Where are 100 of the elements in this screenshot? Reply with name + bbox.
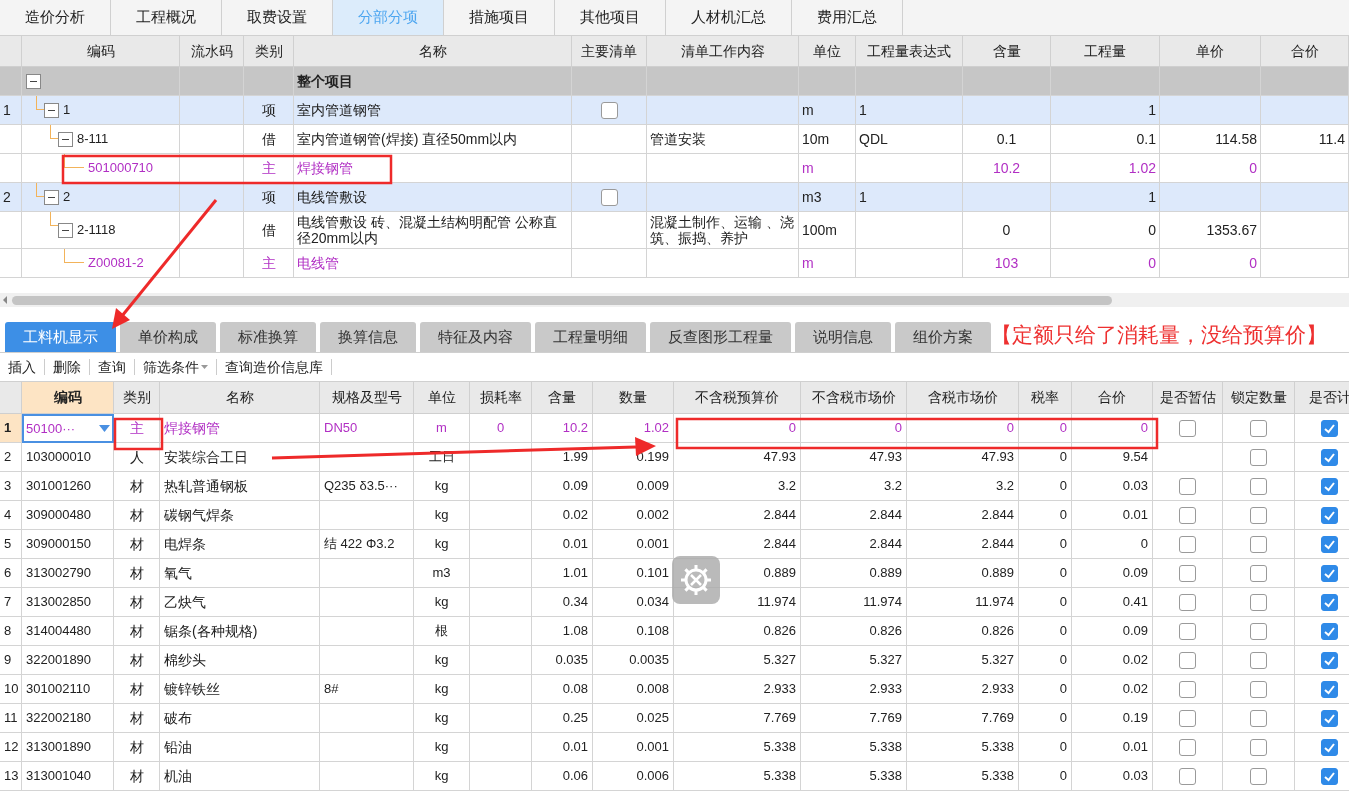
scrollbar[interactable] <box>0 293 1349 307</box>
toolbar-button[interactable]: 删除 <box>45 356 89 378</box>
tab[interactable]: 特征及内容 <box>420 322 531 352</box>
column-header: 工程量 <box>1051 36 1160 66</box>
column-header: 编码 <box>22 382 114 413</box>
checkbox[interactable] <box>1321 622 1338 640</box>
checkbox[interactable] <box>1250 651 1267 669</box>
column-header: 名称 <box>294 36 572 66</box>
table-cell: 0.006 <box>593 762 674 791</box>
dropdown-icon[interactable] <box>99 425 110 432</box>
checkbox[interactable] <box>1179 738 1196 756</box>
checkbox[interactable] <box>1321 448 1338 466</box>
tab[interactable]: 说明信息 <box>795 322 891 352</box>
annotation-text: 【定额只给了消耗量，没给预算价】 <box>991 322 1327 349</box>
checkbox[interactable] <box>1321 738 1338 756</box>
table-cell: 主 <box>244 154 294 183</box>
checkbox[interactable] <box>1250 767 1267 785</box>
column-header: 含税市场价 <box>907 382 1019 413</box>
code-text: Z00081-2 <box>88 254 144 273</box>
table-cell: kg <box>414 762 470 791</box>
code-text: 8-111 <box>77 130 109 149</box>
code-text: 501000710 <box>88 159 154 178</box>
checkbox[interactable] <box>1179 767 1196 785</box>
column-header: 主要清单 <box>572 36 647 66</box>
tab[interactable]: 标准换算 <box>220 322 316 352</box>
checkbox[interactable] <box>1321 477 1338 495</box>
checkbox[interactable] <box>1179 535 1196 553</box>
column-header: 税率 <box>1019 382 1072 413</box>
checkbox[interactable] <box>1321 767 1338 785</box>
checkbox[interactable] <box>1321 506 1338 524</box>
checkbox[interactable] <box>1321 680 1338 698</box>
tree-line <box>64 154 84 168</box>
settings-icon[interactable] <box>672 556 720 604</box>
checkbox[interactable] <box>1250 622 1267 640</box>
checkbox[interactable] <box>1250 419 1267 437</box>
checkbox[interactable] <box>1321 651 1338 669</box>
checkbox[interactable] <box>1179 419 1196 437</box>
checkbox[interactable] <box>1321 419 1338 437</box>
checkbox[interactable] <box>1250 680 1267 698</box>
toolbar-button[interactable]: 筛选条件 <box>135 356 216 378</box>
column-header: 类别 <box>114 382 160 413</box>
checkbox[interactable] <box>1250 564 1267 582</box>
column-header: 含量 <box>963 36 1051 66</box>
checkbox[interactable] <box>1321 709 1338 727</box>
code-text: 2 <box>63 188 71 207</box>
checkbox[interactable] <box>1179 622 1196 640</box>
collapse-icon[interactable] <box>26 73 41 89</box>
column-header: 流水码 <box>180 36 244 66</box>
column-header: 合价 <box>1072 382 1153 413</box>
checkbox[interactable] <box>600 101 618 119</box>
collapse-icon[interactable] <box>58 131 73 147</box>
tab[interactable]: 组价方案 <box>895 322 991 352</box>
checkbox[interactable] <box>1250 506 1267 524</box>
checkbox[interactable] <box>1250 448 1267 466</box>
checkbox[interactable] <box>1250 535 1267 553</box>
table-cell: 电线管 <box>294 249 572 278</box>
table-cell: 0 <box>1160 249 1261 278</box>
checkbox[interactable] <box>1321 535 1338 553</box>
checkbox[interactable] <box>1179 477 1196 495</box>
toolbar-button[interactable]: 插入 <box>0 356 44 378</box>
column-header: 是否暂估 <box>1153 382 1223 413</box>
code-text: 50100··· <box>26 419 76 438</box>
toolbar-button[interactable]: 查询 <box>90 356 134 378</box>
checkbox[interactable] <box>1179 506 1196 524</box>
checkbox[interactable] <box>1321 564 1338 582</box>
checkbox[interactable] <box>1250 709 1267 727</box>
table-cell: 机油 <box>160 762 320 791</box>
tab[interactable]: 反查图形工程量 <box>650 322 791 352</box>
checkbox[interactable] <box>1179 564 1196 582</box>
column-header: 编码 <box>22 36 180 66</box>
checkbox[interactable] <box>1179 593 1196 611</box>
tab[interactable]: 单价构成 <box>120 322 216 352</box>
tab[interactable]: 工程量明细 <box>535 322 646 352</box>
table-cell: 5.338 <box>801 762 907 791</box>
table-cell: 5.338 <box>674 762 801 791</box>
column-header: 锁定数量 <box>1223 382 1295 413</box>
scrollbar-thumb[interactable] <box>12 295 1112 305</box>
table-cell: 313001040 <box>22 762 114 791</box>
collapse-icon[interactable] <box>58 222 73 238</box>
checkbox[interactable] <box>1321 593 1338 611</box>
tab[interactable]: 换算信息 <box>320 322 416 352</box>
left-arrow-icon[interactable] <box>2 296 8 304</box>
checkbox[interactable] <box>1179 709 1196 727</box>
checkbox[interactable] <box>600 188 618 206</box>
column-header: 损耗率 <box>470 382 532 413</box>
toolbar-button[interactable]: 查询造价信息库 <box>217 356 331 378</box>
checkbox[interactable] <box>1179 680 1196 698</box>
checkbox[interactable] <box>1250 593 1267 611</box>
row-number: 13 <box>0 762 22 791</box>
collapse-icon[interactable] <box>44 189 59 205</box>
checkbox[interactable] <box>1179 651 1196 669</box>
column-header: 规格及型号 <box>320 382 414 413</box>
checkbox[interactable] <box>1250 477 1267 495</box>
column-header: 名称 <box>160 382 320 413</box>
table-cell: 5.338 <box>907 762 1019 791</box>
code-text: 1 <box>63 101 71 120</box>
table-cell: 材 <box>114 762 160 791</box>
checkbox[interactable] <box>1250 738 1267 756</box>
collapse-icon[interactable] <box>44 102 59 118</box>
column-header: 单位 <box>414 382 470 413</box>
